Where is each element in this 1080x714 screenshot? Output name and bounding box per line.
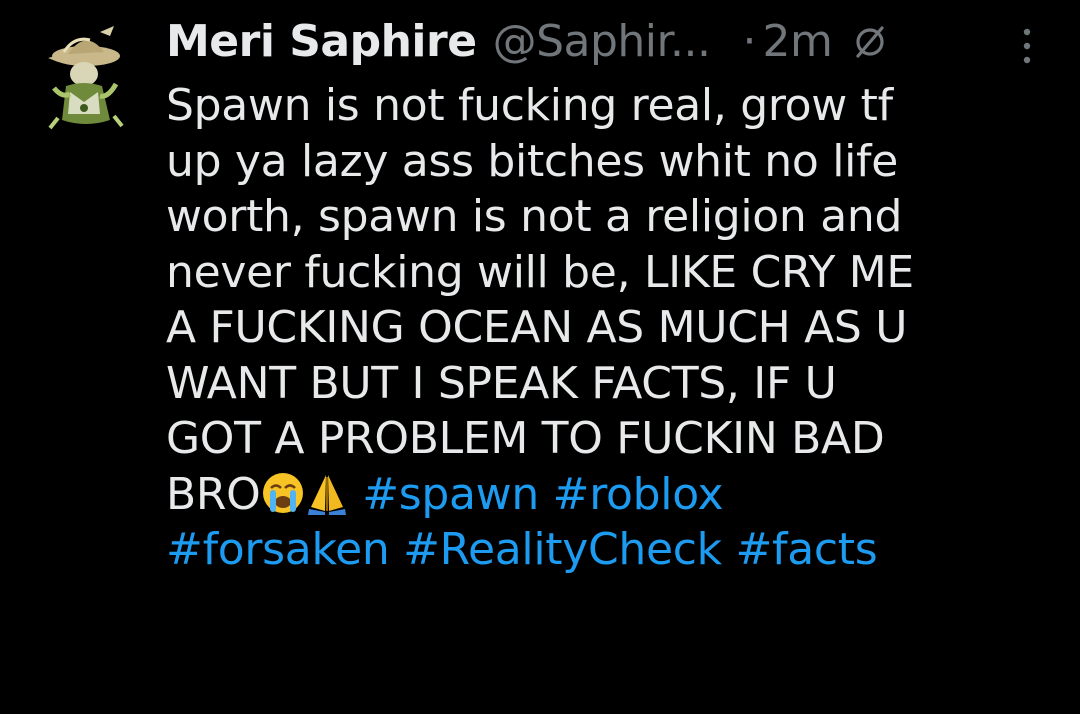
no-reply-icon bbox=[856, 26, 884, 58]
tweet-text-line: GOT A PROBLEM TO FUCKIN BAD bbox=[166, 413, 885, 464]
crying-face-icon bbox=[262, 472, 303, 513]
tweet-text-bro: BRO bbox=[166, 468, 261, 520]
tweet-text-line: WANT BUT I SPEAK FACTS, IF U bbox=[166, 357, 837, 409]
hashtag-link[interactable]: #forsaken #RealityCheck #facts bbox=[166, 522, 1056, 578]
tweet-text-line: up ya lazy ass bitches whit no life bbox=[166, 135, 899, 187]
hashtag-link[interactable]: #spawn #roblox bbox=[362, 469, 723, 520]
more-options-icon[interactable] bbox=[1018, 26, 1036, 66]
tweet-text: Spawn is not fucking real, grow tf up ya… bbox=[166, 78, 1056, 578]
avatar[interactable] bbox=[40, 22, 136, 134]
timestamp[interactable]: 2m bbox=[763, 14, 833, 70]
separator-dot: · bbox=[742, 16, 757, 67]
user-handle[interactable]: @Saphir... bbox=[493, 14, 711, 70]
tweet-text-line: never fucking will be, LIKE CRY ME bbox=[166, 246, 914, 298]
tweet-text-line: worth, spawn is not a religion and bbox=[166, 191, 903, 242]
tweet-text-line: A FUCKING OCEAN AS MUCH AS U bbox=[166, 302, 908, 353]
tweet-header: Meri Saphire @Saphir... · 2m bbox=[166, 14, 888, 70]
folded-hands-icon bbox=[307, 474, 346, 515]
tweet-text-line: Spawn is not fucking real, grow tf bbox=[166, 80, 893, 131]
display-name[interactable]: Meri Saphire bbox=[166, 14, 477, 70]
tweet[interactable]: Meri Saphire @Saphir... · 2m Spawn is no… bbox=[0, 0, 1080, 714]
tweet-text-last-line: BRO #spawn #roblox bbox=[166, 467, 1056, 523]
